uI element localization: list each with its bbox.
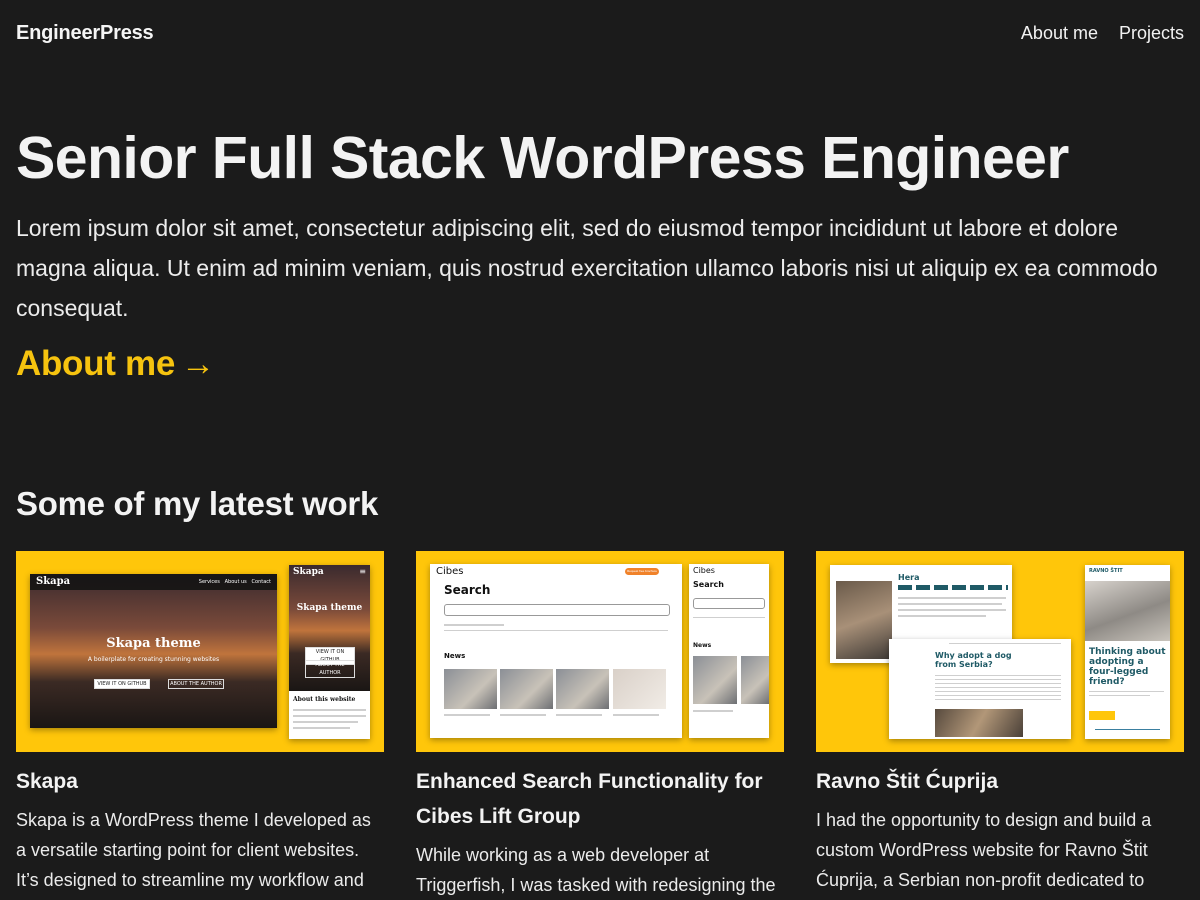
nav-link-about[interactable]: About me [1021,23,1098,44]
mobile-screenshot: RAVNO ŠTIT Thinking about adopting a fou… [1085,565,1170,739]
project-thumbnail-cibes[interactable]: Cibes Request free brochure Search News … [416,551,784,752]
project-card-ravno-stit[interactable]: Hera Why adopt a dog from Serbia? RAVNO … [816,551,1184,895]
main-nav: About me Projects [1021,23,1184,44]
project-description: I had the opportunity to design and buil… [816,810,1152,890]
desktop-screenshot-front: Why adopt a dog from Serbia? [889,639,1071,739]
arrow-right-icon: → [180,344,215,383]
project-description: While working as a web developer at Trig… [416,845,776,895]
project-title[interactable]: Skapa [16,764,384,799]
project-description: Skapa is a WordPress theme I developed a… [16,810,371,890]
hero-title: Senior Full Stack WordPress Engineer [16,125,1069,191]
latest-work-title: Some of my latest work [16,485,379,522]
about-me-link-label: About me [16,344,175,383]
mobile-screenshot: Cibes Search News [689,564,769,738]
desktop-screenshot: Skapa Services About us Contact Skapa th… [30,574,277,728]
mobile-screenshot: Skapa ≡ Skapa theme VIEW IT ON GITHUB AB… [289,565,370,739]
project-title[interactable]: Ravno Štit Ćuprija [816,764,1184,799]
nav-link-projects[interactable]: Projects [1119,23,1184,44]
project-thumbnail-ravno-stit[interactable]: Hera Why adopt a dog from Serbia? RAVNO … [816,551,1184,752]
site-header: EngineerPress About me Projects [16,18,1184,48]
about-me-link[interactable]: About me → [16,344,215,384]
project-thumbnail-skapa[interactable]: Skapa Services About us Contact Skapa th… [16,551,384,752]
project-card-cibes[interactable]: Cibes Request free brochure Search News … [416,551,784,900]
desktop-screenshot: Cibes Request free brochure Search News [430,564,682,738]
project-card-skapa[interactable]: Skapa Services About us Contact Skapa th… [16,551,384,895]
site-logo[interactable]: EngineerPress [16,22,154,45]
project-title[interactable]: Enhanced Search Functionality for Cibes … [416,764,784,834]
hero-text: Lorem ipsum dolor sit amet, consectetur … [16,215,1158,321]
